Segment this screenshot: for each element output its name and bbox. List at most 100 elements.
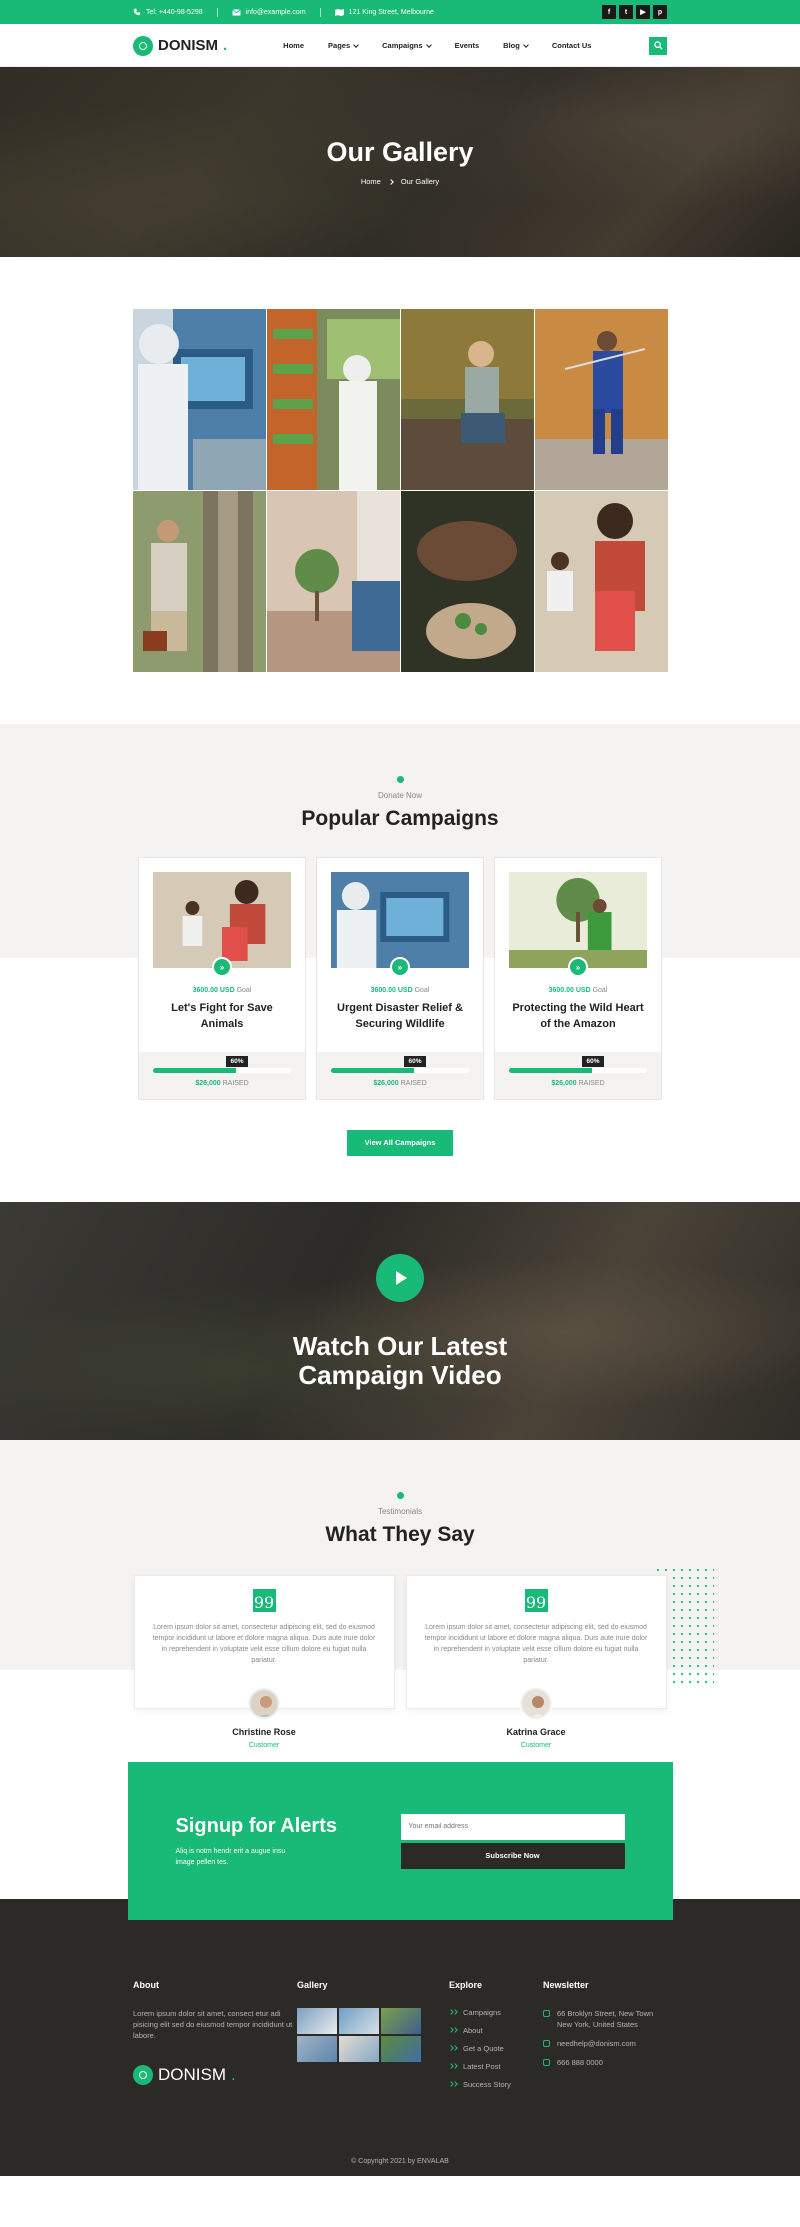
menu-item-campaigns[interactable]: Campaigns	[382, 41, 432, 50]
footer-about: About Lorem ipsum dolor sit amet, consec…	[133, 1980, 297, 2098]
chevron-right-icon	[387, 178, 394, 185]
footer-about-text: Lorem ipsum dolor sit amet, consect etur…	[133, 2009, 293, 2040]
pinterest-icon[interactable]: p	[653, 5, 667, 19]
phone-icon	[543, 2059, 550, 2066]
footer-link-success-story[interactable]: Success Story	[449, 2080, 543, 2089]
campaign-title[interactable]: Protecting the Wild Heart of the Amazon	[507, 1000, 649, 1032]
double-chevron-icon	[449, 2010, 457, 2015]
signup-form: Subscribe Now	[400, 1813, 625, 1869]
footer-logo[interactable]: DONISM.	[133, 2065, 297, 2085]
menu-item-pages[interactable]: Pages	[328, 41, 359, 50]
campaigns-section: Donate Now Popular Campaigns » 3600.00 U…	[0, 724, 800, 1202]
phone-icon	[133, 8, 141, 16]
footer-heading: Explore	[449, 1980, 483, 1990]
play-icon[interactable]	[376, 1254, 424, 1302]
subscribe-button[interactable]: Subscribe Now	[400, 1842, 625, 1869]
campaign-goal: 3600.00 USD Goal	[370, 987, 430, 994]
envelope-icon	[543, 2040, 550, 2047]
footer-address: 66 Broklyn Street, New Town New York, Un…	[543, 2008, 667, 2030]
campaign-card[interactable]: » 3600.00 USD Goal Protecting the Wild H…	[494, 857, 662, 1100]
footer-link-latest-post[interactable]: Latest Post	[449, 2062, 543, 2071]
footer-gallery-thumb[interactable]	[381, 2008, 421, 2034]
footer-link-quote[interactable]: Get a Quote	[449, 2044, 543, 2053]
gallery-image-cleanup-woman[interactable]	[401, 309, 534, 490]
video-title: Watch Our Latest Campaign Video	[292, 1331, 508, 1390]
email-info[interactable]: info@example.com	[231, 9, 306, 16]
menu-item-blog[interactable]: Blog	[503, 41, 529, 50]
gallery-grid	[133, 309, 668, 672]
footer-gallery-thumb[interactable]	[381, 2036, 421, 2062]
menu-label: Blog	[503, 41, 520, 50]
footer-gallery-thumb[interactable]	[297, 2008, 337, 2034]
double-chevron-icon	[449, 2046, 457, 2051]
menu-item-home[interactable]: Home	[283, 41, 304, 50]
breadcrumb: Home Our Gallery	[0, 177, 800, 186]
menu-item-contact[interactable]: Contact Us	[552, 41, 592, 50]
footer-gallery-thumb[interactable]	[339, 2036, 379, 2062]
menu-label: Home	[283, 41, 305, 50]
gallery-image-planting-hands[interactable]	[267, 491, 400, 672]
chevron-down-icon	[523, 41, 529, 48]
double-chevron-icon[interactable]: »	[390, 957, 410, 977]
logo-text: DONISM	[158, 37, 218, 54]
campaign-card[interactable]: » 3600.00 USD Goal Urgent Disaster Relie…	[316, 857, 484, 1100]
double-chevron-icon[interactable]: »	[212, 957, 232, 977]
menu-item-events[interactable]: Events	[455, 41, 480, 50]
logo-icon	[133, 35, 153, 56]
search-icon	[653, 41, 663, 50]
section-dot	[396, 1492, 404, 1499]
gallery-section	[0, 257, 800, 724]
double-chevron-icon[interactable]: »	[568, 957, 588, 977]
breadcrumb-current: Our Gallery	[400, 177, 440, 186]
signup-banner: Signup for Alerts Aliq is notm hendr eri…	[127, 1762, 673, 1920]
youtube-icon[interactable]: ▶	[636, 5, 650, 19]
video-section: Watch Our Latest Campaign Video	[0, 1202, 800, 1440]
footer-link-campaigns[interactable]: Campaigns	[449, 2008, 543, 2017]
copyright: © Copyright 2021 by ENVALAB	[351, 2158, 449, 2165]
progress-fill	[509, 1068, 592, 1073]
quote-icon: 99	[524, 1589, 548, 1612]
section-pretitle: Donate Now	[377, 791, 423, 800]
footer-newsletter: Newsletter 66 Broklyn Street, New Town N…	[543, 1980, 667, 2098]
footer-heading: Gallery	[297, 1980, 328, 1990]
facebook-icon[interactable]: f	[602, 5, 616, 19]
campaign-card[interactable]: » 3600.00 USD Goal Let's Fight for Save …	[138, 857, 306, 1100]
main-navigation: DONISM. Home Pages Campaigns Events Blog…	[0, 24, 800, 67]
section-title: Popular Campaigns	[301, 807, 499, 830]
logo-dot: .	[223, 37, 228, 54]
campaign-raised: $26,000 RAISED	[551, 1080, 605, 1087]
progress-bar	[331, 1068, 469, 1073]
campaign-title[interactable]: Let's Fight for Save Animals	[151, 1000, 293, 1032]
campaign-image[interactable]: »	[153, 872, 291, 977]
testimonial-author: Katrina Grace Customer	[506, 1727, 566, 1749]
gallery-image-kids-cleanup[interactable]	[535, 491, 668, 672]
footer-gallery: Gallery	[297, 1980, 449, 2098]
gallery-image-lab-scientist[interactable]	[133, 309, 266, 490]
email-input[interactable]	[400, 1813, 625, 1840]
search-button[interactable]	[649, 36, 667, 55]
footer-link-about[interactable]: About	[449, 2026, 543, 2035]
footer-heading: About	[133, 1980, 159, 1990]
testimonial-text: Lorem ipsum dolor sit amet, consectetur …	[424, 1624, 648, 1664]
testimonial-card: 99 Lorem ipsum dolor sit amet, consectet…	[133, 1575, 395, 1719]
gallery-image-volunteer-blue[interactable]	[535, 309, 668, 490]
logo-dot: .	[231, 2065, 236, 2084]
gallery-image-greenhouse[interactable]	[267, 309, 400, 490]
breadcrumb-home[interactable]: Home	[361, 177, 381, 186]
twitter-icon[interactable]: t	[619, 5, 633, 19]
campaign-title[interactable]: Urgent Disaster Relief & Securing Wildli…	[329, 1000, 471, 1032]
footer-phone: 666 888 0000	[543, 2057, 667, 2068]
gallery-image-tree-researcher[interactable]	[133, 491, 266, 672]
footer-email[interactable]: needhelp@donism.com	[543, 2038, 667, 2049]
signup-title: Signup for Alerts	[175, 1814, 337, 1837]
site-logo[interactable]: DONISM.	[133, 35, 228, 56]
view-all-campaigns-button[interactable]: View All Campaigns	[347, 1130, 453, 1156]
logo-text: DONISM	[158, 2065, 226, 2084]
campaign-image[interactable]: »	[509, 872, 647, 977]
top-bar: Tel: +440-98-5298 info@example.com 121 K…	[0, 0, 800, 24]
campaign-image[interactable]: »	[331, 872, 469, 977]
gallery-image-seed-hands[interactable]	[401, 491, 534, 672]
social-links: f t ▶ p	[602, 5, 667, 19]
footer-gallery-thumb[interactable]	[297, 2036, 337, 2062]
footer-gallery-thumb[interactable]	[339, 2008, 379, 2034]
